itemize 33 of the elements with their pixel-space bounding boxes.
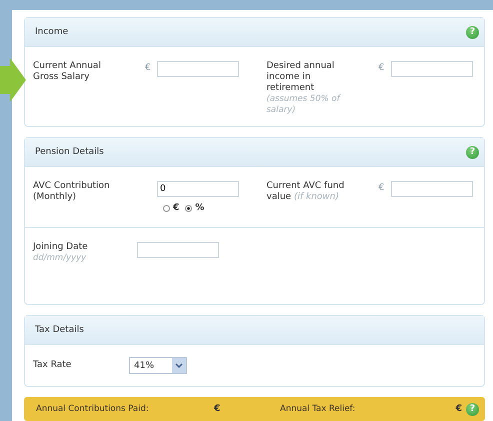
tax-rate-dropdown[interactable]: 41% (129, 357, 187, 374)
radio-button[interactable] (185, 204, 192, 212)
currency-symbol: € (378, 183, 386, 193)
radio-label: € (173, 203, 180, 213)
help-icon[interactable]: ? (466, 402, 479, 416)
section-title: Tax Details (35, 325, 84, 335)
section-title: Income (35, 27, 68, 37)
currency-symbol: € (456, 404, 462, 414)
currency-symbol: € (214, 404, 222, 414)
summary-label: Annual Tax Relief: (280, 404, 356, 414)
field-label: Joining Date (33, 242, 89, 253)
help-icon[interactable]: ? (466, 26, 479, 38)
caret-icon (172, 358, 186, 373)
field-label: Current AVC fund value (if known) (266, 181, 346, 203)
input-field[interactable] (390, 181, 472, 197)
input-field[interactable]: 0 (157, 181, 239, 197)
field-note: (assumes 50% of salary) (266, 94, 342, 116)
field-label: Current Annual Gross Salary (33, 61, 102, 83)
date-field[interactable] (137, 242, 219, 258)
field-label: Desired annual income in retirement (266, 61, 336, 94)
radio-button[interactable] (163, 204, 170, 212)
currency-symbol: € (378, 63, 386, 73)
summary-label: Annual Contributions Paid: (36, 404, 150, 414)
field-label: AVC Contribution (Monthly) (33, 181, 111, 203)
help-icon[interactable]: ? (466, 146, 479, 158)
radio-label: % (195, 203, 204, 213)
input-field[interactable] (390, 61, 472, 77)
currency-symbol: € (145, 63, 152, 73)
field-label: Tax Rate (33, 360, 72, 371)
section-title: Pension Details (35, 147, 104, 157)
input-field[interactable] (157, 61, 239, 77)
date-format-hint: dd/mm/yyyy (33, 253, 88, 264)
arrow-pointer-icon (0, 58, 26, 102)
